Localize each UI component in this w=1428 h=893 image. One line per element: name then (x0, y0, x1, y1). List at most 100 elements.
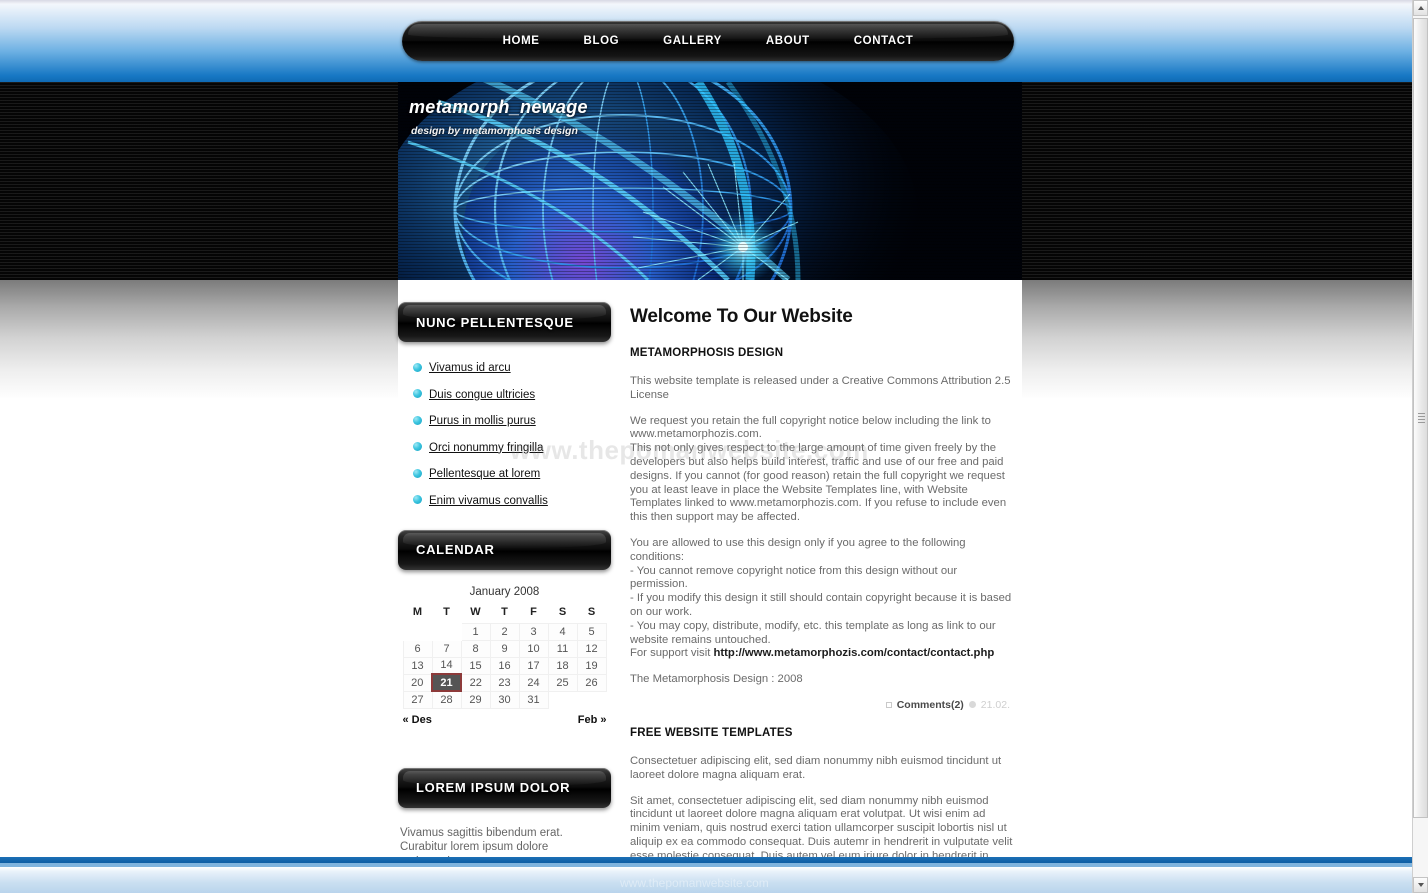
sidebar-lorem-header: LOREM IPSUM DOLOR (398, 767, 611, 808)
article-support-line: For support visit http://www.metamorphoz… (630, 647, 1018, 661)
calendar-prev-month-link[interactable]: « Des (403, 714, 432, 726)
calendar-day-12[interactable]: 12 (576, 639, 607, 658)
calendar-weekday-thu: T (501, 605, 508, 618)
calendar-day-9[interactable]: 9 (489, 639, 520, 658)
calendar-day-28[interactable]: 28 (431, 690, 462, 709)
calendar-week-row: 1 2 3 4 5 (402, 622, 607, 641)
calendar-day-27[interactable]: 27 (402, 690, 433, 709)
scrollbar-track[interactable] (1413, 16, 1428, 877)
scrollbar-grip-icon (1418, 413, 1425, 423)
content-panel: NUNC PELLENTESQUE Vivamus id arcu Duis c… (398, 280, 1022, 893)
support-prefix: For support visit (630, 647, 714, 660)
list-item[interactable]: Enim vivamus convallis (413, 493, 614, 508)
article-condition-2: - If you modify this design it still sho… (630, 592, 1012, 618)
calendar-day-31[interactable]: 31 (518, 690, 549, 709)
calendar-weekday-sat: S (558, 605, 567, 618)
article-heading: METAMORPHOSIS DESIGN (630, 347, 784, 359)
calendar-weekday-sun: S (587, 605, 596, 618)
calendar-day-8[interactable]: 8 (460, 639, 491, 658)
list-item[interactable]: Vivamus id arcu (413, 360, 614, 375)
calendar-cell-empty (576, 690, 607, 709)
article-meta-row: Comments(2) 21.02. (630, 699, 1018, 711)
logo-subtitle: design by metamorphosis design (411, 125, 578, 137)
nav-item-about[interactable]: ABOUT (744, 21, 832, 61)
calendar-day-4[interactable]: 4 (547, 622, 578, 641)
nav-item-blog[interactable]: BLOG (562, 21, 642, 61)
calendar-day-selected[interactable]: 21 (431, 673, 462, 692)
list-item[interactable]: Duis congue ultricies (413, 387, 614, 402)
calendar-day-25[interactable]: 25 (547, 673, 578, 692)
sidebar-item-orci-nonummy-fringilla[interactable]: Orci nonummy fringilla (429, 442, 543, 454)
calendar-cell-empty (547, 690, 578, 709)
calendar-day-30[interactable]: 30 (489, 690, 520, 709)
calendar-weekday-wed: W (470, 605, 481, 618)
calendar-day-1[interactable]: 1 (460, 622, 491, 641)
sidebar-item-enim-vivamus-convallis[interactable]: Enim vivamus convallis (429, 495, 548, 507)
article-heading: FREE WEBSITE TEMPLATES (630, 726, 793, 739)
calendar-day-18[interactable]: 18 (547, 656, 578, 675)
nav-item-home[interactable]: HOME (481, 21, 562, 61)
calendar-day-5[interactable]: 5 (576, 622, 607, 641)
calendar-day-14[interactable]: 14 (431, 656, 462, 675)
scrollbar-thumb[interactable] (1413, 18, 1428, 818)
sidebar-lorem-title: LOREM IPSUM DOLOR (416, 780, 571, 795)
calendar-weekday-mon: M (412, 605, 423, 618)
calendar-cell-empty (402, 622, 433, 641)
scroll-down-button[interactable] (1413, 877, 1428, 893)
article-paragraph: This not only gives respect to the large… (630, 442, 1007, 524)
sidebar-links-header: NUNC PELLENTESQUE (398, 302, 611, 342)
bullet-icon (413, 389, 422, 398)
article-condition-1: - You cannot remove copyright notice fro… (630, 564, 958, 591)
calendar-day-22[interactable]: 22 (460, 673, 491, 692)
nav-item-gallery[interactable]: GALLERY (641, 21, 744, 61)
site-logo[interactable]: metamorph_newage design by metamorphosis… (409, 97, 588, 137)
sidebar-item-duis-congue-ultricies[interactable]: Duis congue ultricies (429, 389, 535, 401)
chevron-down-icon (1417, 883, 1424, 887)
list-item[interactable]: Pellentesque at lorem (413, 466, 614, 481)
logo-title: metamorph_newage (409, 97, 588, 117)
calendar-navigation: « Des Feb » (403, 714, 607, 726)
list-item[interactable]: Orci nonummy fringilla (413, 440, 614, 455)
calendar-week-row: 20 21 22 23 24 25 26 (402, 673, 607, 692)
calendar-day-17[interactable]: 17 (518, 656, 549, 675)
article-metamorphosis-design: METAMORPHOSIS DESIGN This website templa… (630, 347, 1018, 711)
article-paragraph: We request you retain the full copyright… (630, 414, 991, 441)
scroll-up-button[interactable] (1413, 0, 1428, 16)
sidebar-lorem-section: LOREM IPSUM DOLOR Vivamus sagittis biben… (398, 767, 614, 870)
calendar-day-20[interactable]: 20 (402, 673, 433, 692)
calendar-day-7[interactable]: 7 (431, 639, 462, 658)
calendar-day-10[interactable]: 10 (518, 639, 549, 658)
comment-icon (885, 701, 892, 708)
calendar-day-24[interactable]: 24 (518, 673, 549, 692)
window-top-hairline (0, 0, 1412, 4)
support-link[interactable]: http://www.metamorphozis.com/contact/con… (714, 647, 995, 659)
calendar-day-16[interactable]: 16 (489, 656, 520, 675)
calendar-day-19[interactable]: 19 (576, 656, 607, 675)
sidebar-item-vivamus-id-arcu[interactable]: Vivamus id arcu (429, 362, 511, 374)
calendar-week-row: 13 14 15 16 17 18 19 (402, 656, 607, 675)
sidebar-links-title: NUNC PELLENTESQUE (416, 314, 574, 330)
browser-viewport: HOME BLOG GALLERY ABOUT CONTACT metamorp… (0, 0, 1428, 893)
calendar-day-26[interactable]: 26 (576, 673, 607, 692)
vertical-scrollbar[interactable] (1412, 0, 1428, 893)
sidebar-item-purus-in-mollis-purus[interactable]: Purus in mollis purus (429, 415, 536, 427)
calendar-day-13[interactable]: 13 (402, 656, 433, 675)
calendar-day-11[interactable]: 11 (547, 639, 578, 658)
comments-link[interactable]: Comments(2) (897, 699, 964, 711)
calendar-day-29[interactable]: 29 (460, 690, 491, 709)
sidebar-item-pellentesque-at-lorem[interactable]: Pellentesque at lorem (429, 468, 540, 480)
article-paragraph: You are allowed to use this design only … (630, 536, 966, 563)
article-footer-note: The Metamorphosis Design : 2008 (630, 673, 803, 686)
list-item[interactable]: Purus in mollis purus (413, 413, 614, 428)
calendar-day-6[interactable]: 6 (402, 639, 433, 658)
calendar-weekday-fri: F (530, 605, 537, 618)
calendar-next-month-link[interactable]: Feb » (578, 714, 607, 726)
sidebar-calendar-title: CALENDAR (416, 542, 495, 557)
page-title: Welcome To Our Website (630, 306, 853, 327)
calendar-day-2[interactable]: 2 (489, 622, 520, 641)
calendar-day-23[interactable]: 23 (489, 673, 520, 692)
calendar-day-15[interactable]: 15 (460, 656, 491, 675)
calendar-day-3[interactable]: 3 (518, 622, 549, 641)
calendar-widget: January 2008 M T W T F S S 1 2 3 4 5 6 7… (398, 586, 611, 726)
nav-item-contact[interactable]: CONTACT (832, 21, 936, 61)
